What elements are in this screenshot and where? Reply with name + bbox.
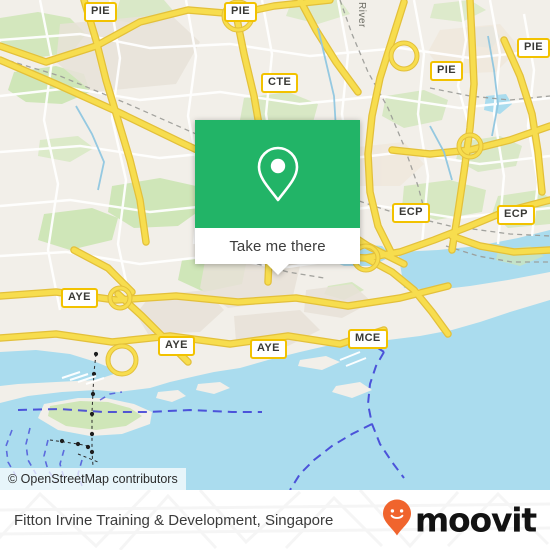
attribution-text: © OpenStreetMap contributors <box>8 472 178 486</box>
map-canvas[interactable]: PIE PIE PIE PIE CTE ECP ECP AYE AYE AYE … <box>0 0 550 490</box>
highway-shield-ecp-2: ECP <box>497 205 535 225</box>
highway-shield-aye-2: AYE <box>158 336 195 356</box>
take-me-there-button[interactable]: Take me there <box>229 238 325 255</box>
highway-shield-ecp-1: ECP <box>392 203 430 223</box>
moovit-wordmark: moovit <box>414 500 537 540</box>
highway-shield-cte: CTE <box>261 73 299 93</box>
highway-shield-pie-4: PIE <box>430 61 463 81</box>
map-pin-icon <box>255 145 301 203</box>
popup-header <box>195 120 360 228</box>
highway-shield-aye-1: AYE <box>61 288 98 308</box>
highway-shield-mce: MCE <box>348 329 388 349</box>
map-label-river: River <box>356 2 367 28</box>
map-attribution[interactable]: © OpenStreetMap contributors <box>0 468 186 490</box>
place-name-title: Fitton Irvine Training & Development, Si… <box>14 511 334 529</box>
moovit-map-screenshot: PIE PIE PIE PIE CTE ECP ECP AYE AYE AYE … <box>0 0 550 550</box>
highway-shield-pie-1: PIE <box>84 2 117 22</box>
moovit-smiling-pin-icon <box>382 499 412 542</box>
popup-pointer <box>266 264 289 275</box>
highway-shield-pie-2: PIE <box>224 2 257 22</box>
highway-shield-pie-3: PIE <box>517 38 550 58</box>
location-popup-card[interactable]: Take me there <box>195 120 360 275</box>
moovit-brand[interactable]: moovit <box>382 499 537 542</box>
highway-shield-aye-3: AYE <box>250 339 287 359</box>
popup-action-row[interactable]: Take me there <box>195 228 360 264</box>
bottom-info-bar: Fitton Irvine Training & Development, Si… <box>0 490 550 550</box>
